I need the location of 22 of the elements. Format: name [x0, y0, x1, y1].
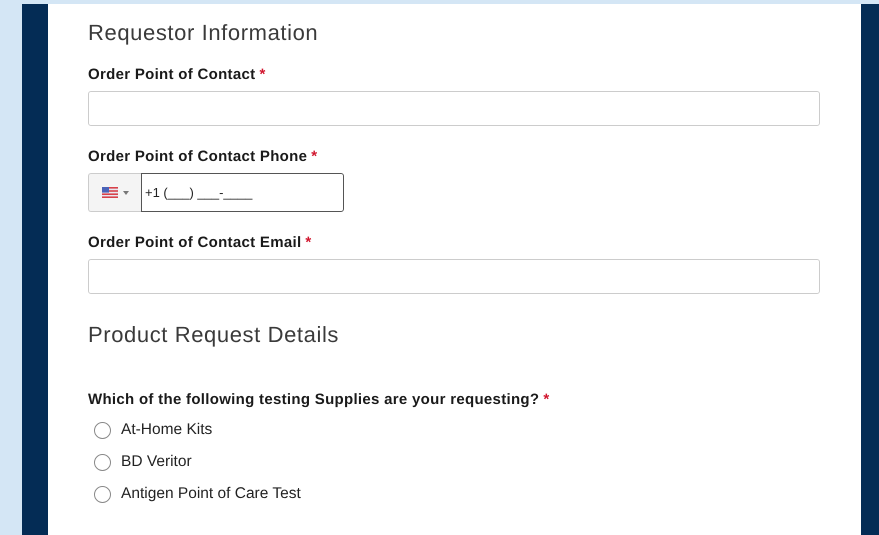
phone-field[interactable]: +1 (___) ___-____	[141, 173, 344, 212]
radio-button[interactable]	[94, 486, 111, 502]
required-mark: *	[305, 234, 312, 251]
required-mark: *	[311, 148, 318, 165]
flag-icon	[102, 187, 118, 198]
input-field[interactable]	[88, 259, 820, 294]
option-label[interactable]: Antigen Point of Care Test	[121, 484, 301, 504]
field-label: Order Point of Contact	[88, 66, 256, 83]
field-label: Order Point of Contact Phone	[88, 148, 308, 165]
required-mark: *	[543, 391, 550, 408]
radio-button[interactable]	[94, 454, 111, 470]
required-mark: *	[259, 66, 266, 83]
option-label[interactable]: BD Veritor	[121, 452, 192, 472]
caret-icon	[122, 190, 128, 194]
input-field[interactable]	[88, 91, 820, 126]
country-dropdown[interactable]	[88, 173, 141, 212]
section-heading: Requestor Information	[88, 20, 320, 46]
section-heading: Product Request Details	[88, 322, 340, 348]
radio-button[interactable]	[94, 422, 111, 438]
field-label: Which of the following testing Supplies are your requesting?	[88, 391, 540, 408]
option-label[interactable]: At-Home Kits	[121, 420, 212, 440]
field-label: Order Point of Contact Email	[88, 234, 302, 251]
